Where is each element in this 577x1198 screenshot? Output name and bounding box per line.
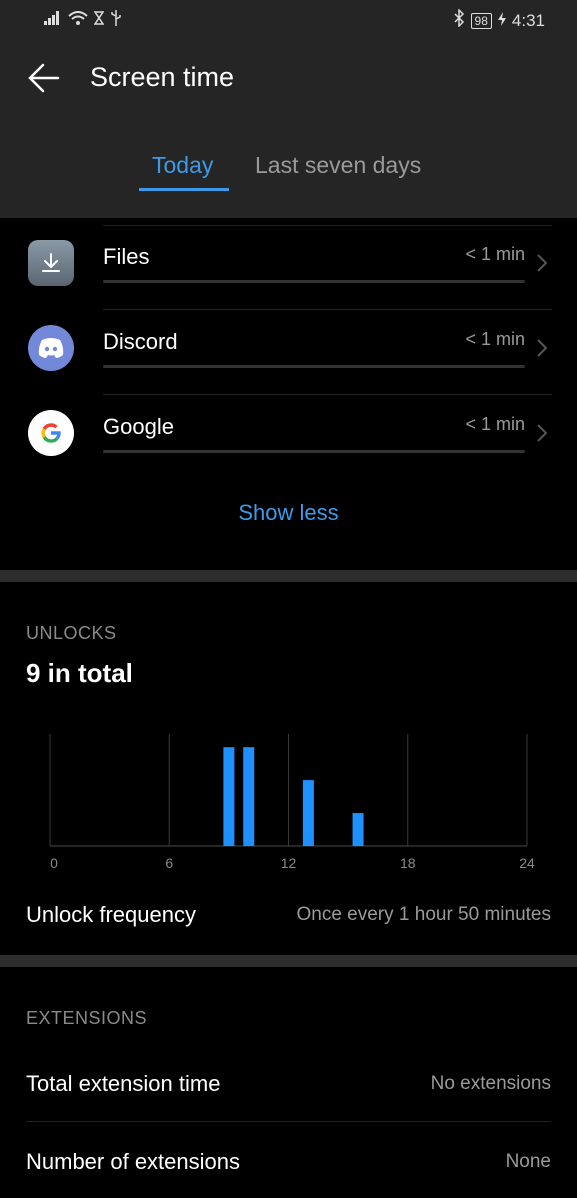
chart-tick-label: 18: [400, 855, 416, 871]
unlock-frequency-label: Unlock frequency: [26, 902, 196, 927]
wifi-icon: [68, 10, 88, 29]
app-row-discord[interactable]: Discord < 1 min: [0, 309, 577, 393]
section-divider: [0, 955, 577, 967]
page-title: Screen time: [90, 62, 235, 92]
app-usage-time: < 1 min: [465, 329, 525, 349]
signal-icon: [44, 11, 62, 28]
row-divider: [26, 1121, 551, 1122]
files-download-icon: [28, 240, 74, 286]
chart-tick-label: 6: [165, 855, 173, 871]
chart-bar: [243, 747, 255, 846]
total-extension-time-row[interactable]: Total extension time No extensions: [0, 1048, 577, 1118]
show-less-button[interactable]: Show less: [0, 500, 577, 526]
bluetooth-icon: [453, 8, 465, 32]
battery-level: 98: [470, 12, 492, 29]
chart-bar: [302, 780, 314, 846]
number-of-extensions-label: Number of extensions: [26, 1149, 240, 1174]
back-arrow-icon[interactable]: [26, 60, 62, 96]
app-header: Screen time Today Last seven days: [0, 40, 577, 218]
status-bar: 98 4:31: [0, 0, 577, 40]
status-left-icons: [44, 10, 122, 29]
clock-time: 4:31: [511, 10, 545, 30]
app-usage-time: < 1 min: [465, 414, 525, 434]
number-of-extensions-value: None: [505, 1151, 551, 1172]
number-of-extensions-row[interactable]: Number of extensions None: [0, 1126, 577, 1196]
chart-bar: [352, 813, 364, 846]
app-row-files[interactable]: Files < 1 min: [0, 224, 577, 308]
google-icon: [28, 410, 74, 456]
status-right-icons: 98 4:31: [453, 8, 545, 32]
app-name: Discord: [103, 329, 178, 354]
chevron-right-icon: [535, 422, 549, 444]
unlock-chart: 0 6 12 18 24: [49, 734, 535, 871]
tab-last-seven-days[interactable]: Last seven days: [255, 152, 421, 179]
usage-bar: [103, 365, 525, 368]
charging-icon: [497, 11, 506, 31]
usage-bar: [103, 280, 525, 283]
total-extension-time-label: Total extension time: [26, 1071, 221, 1096]
chart-bar: [223, 747, 235, 846]
usage-bar: [103, 450, 525, 453]
chart-tick-label: 12: [281, 855, 297, 871]
tab-today[interactable]: Today: [152, 152, 213, 179]
chevron-right-icon: [535, 337, 549, 359]
extensions-section-label: EXTENSIONS: [26, 1008, 148, 1028]
tab-bar: Today Last seven days: [0, 152, 577, 192]
unlocks-total: 9 in total: [26, 658, 133, 688]
chart-tick-label: 24: [519, 855, 535, 871]
section-divider: [0, 570, 577, 582]
total-extension-time-value: No extensions: [430, 1073, 551, 1094]
unlock-frequency-value: Once every 1 hour 50 minutes: [296, 904, 551, 925]
hourglass-icon: [93, 11, 105, 28]
app-usage-time: < 1 min: [465, 244, 525, 264]
app-row-google[interactable]: Google < 1 min: [0, 394, 577, 478]
app-name: Files: [103, 244, 150, 269]
unlocks-section-label: UNLOCKS: [26, 623, 117, 643]
usb-icon: [110, 10, 122, 29]
chart-tick-label: 0: [50, 855, 58, 871]
chevron-right-icon: [535, 252, 549, 274]
active-tab-indicator: [139, 188, 229, 191]
discord-icon: [28, 325, 74, 371]
app-name: Google: [103, 414, 174, 439]
